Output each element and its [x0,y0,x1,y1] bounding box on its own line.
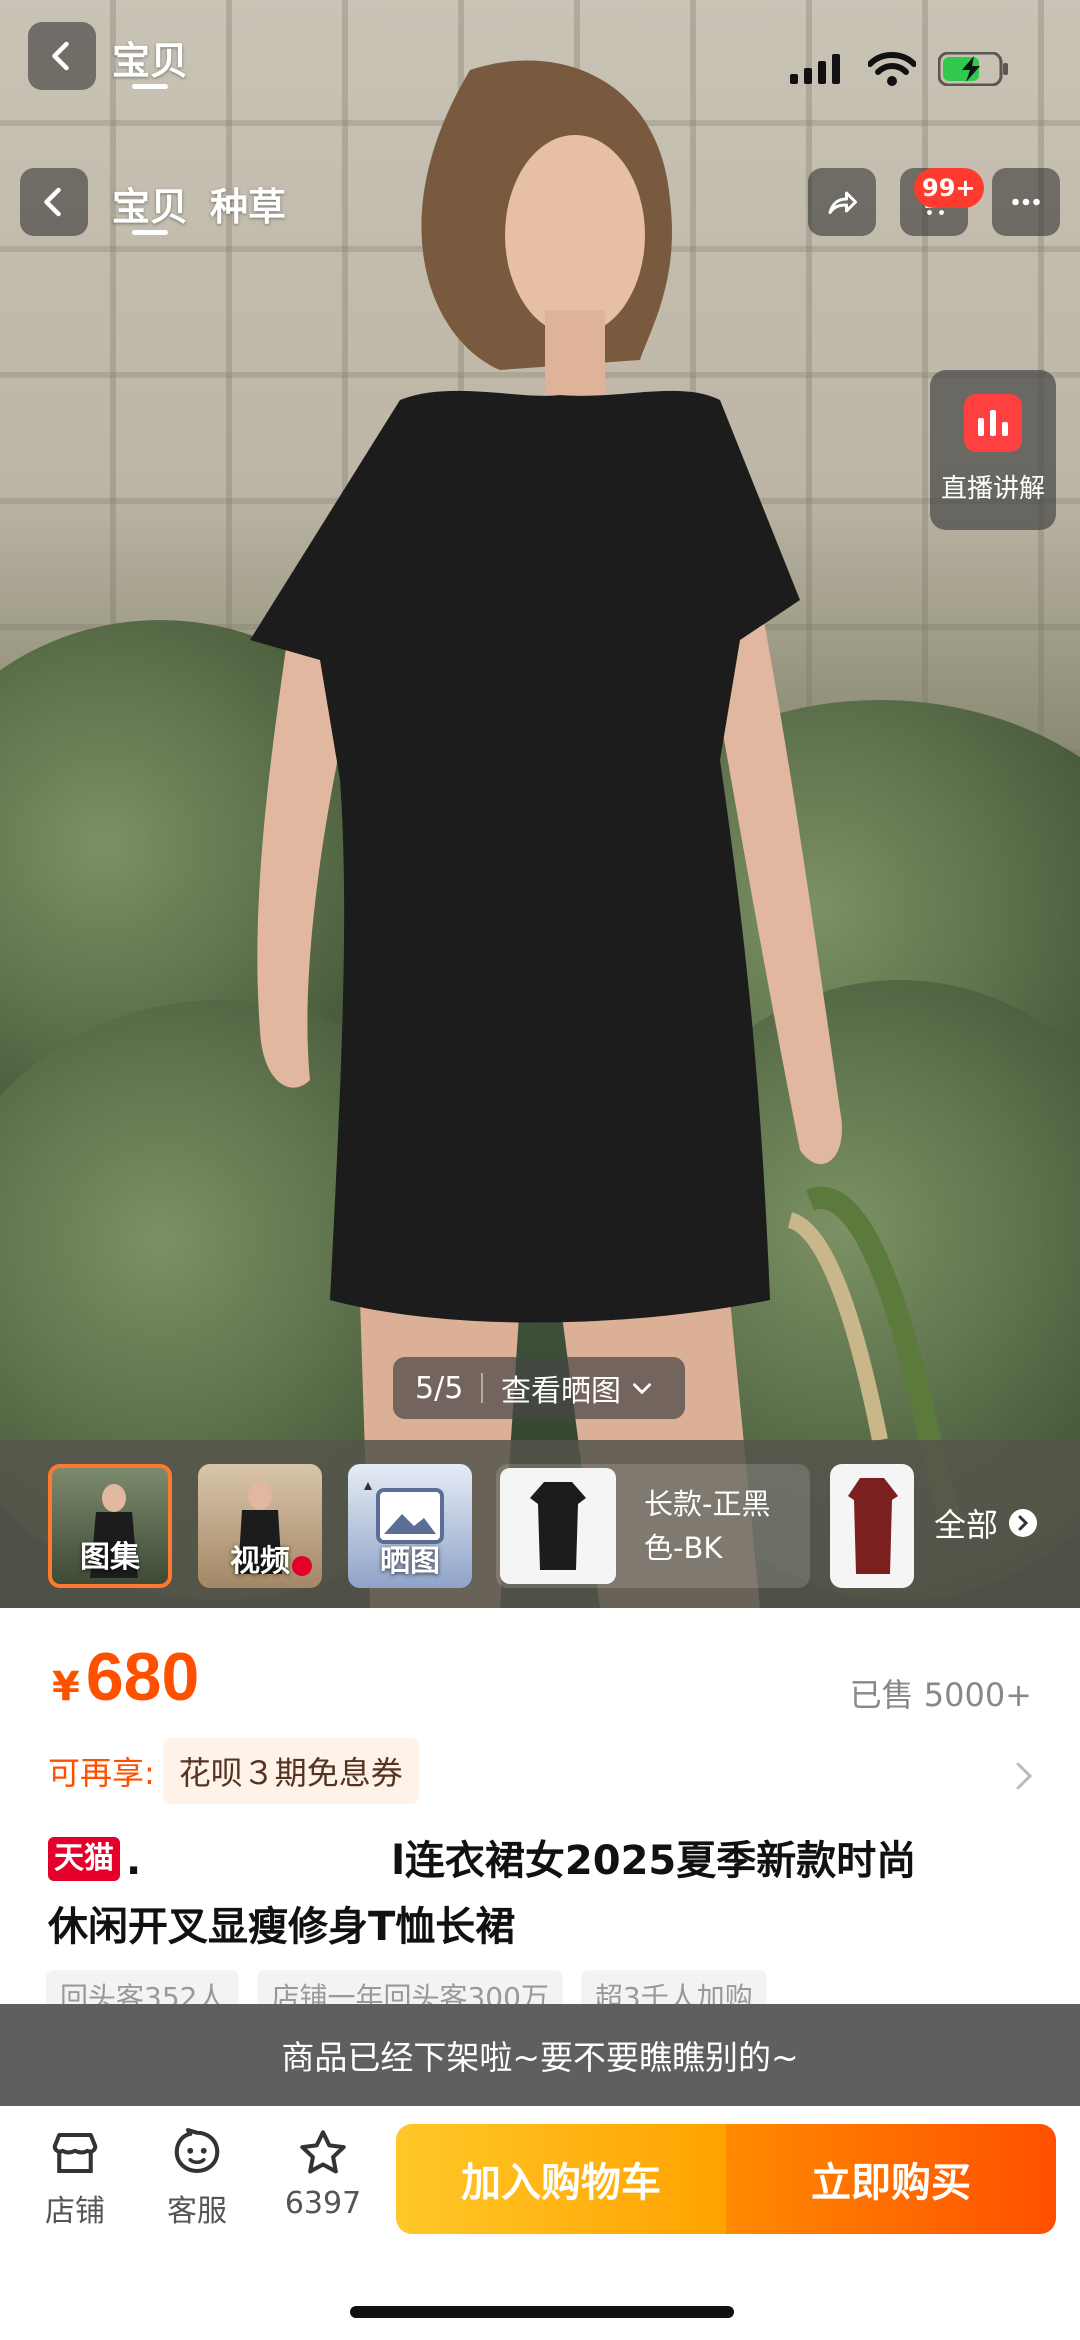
more-button[interactable] [992,168,1060,236]
signal-icon [790,54,840,84]
add-to-cart-button[interactable]: 加入购物车 [396,2124,726,2234]
ghost-tab-underline [132,84,168,89]
variant-selector[interactable]: 长款-正黑色-BK [496,1464,810,1588]
black-dress-thumbnail [530,1482,586,1570]
product-info: ¥ 680 已售 5000+ 可再享: 花呗３期免息券 天猫. l连衣裙女2025… [0,1608,1080,2020]
thumb-video-label: 视频 [230,1544,290,1579]
chevron-left-icon [44,187,61,217]
favorite-button[interactable]: 6397 [268,2126,378,2221]
status-bar: 宝贝 [0,0,1080,120]
thumb-gallery[interactable]: 图集 [48,1464,172,1588]
off-shelf-notice: 商品已经下架啦~要不要瞧瞧别的~ [0,2004,1080,2106]
chevron-left-icon [52,41,69,71]
thumb-video[interactable]: 视频 [198,1464,322,1588]
bottom-action-bar: 店铺 客服 6397 加入购物车 立即购买 [0,2106,1080,2340]
back-button[interactable] [20,168,88,236]
variant-red-dress[interactable] [830,1464,914,1588]
product-title-line-1: 天猫. l连衣裙女2025夏季新款时尚 [48,1828,1038,1894]
more-dots-icon [1012,198,1040,206]
live-bars-icon [964,394,1022,452]
view-reviews-pill[interactable]: 5/5 查看晒图 [393,1357,685,1419]
price: ¥ 680 [52,1638,199,1716]
currency-symbol: ¥ [52,1664,80,1710]
live-explain-label: 直播讲解 [940,474,1045,504]
tab-seeding[interactable]: 种草 [210,176,286,231]
view-all-variants[interactable]: 全部 [934,1500,1038,1546]
sold-count: 已售 5000+ [849,1676,1032,1714]
thumb-reviews-label: 晒图 [380,1544,440,1579]
product-title-line-2: 休闲开叉显瘦修身T恤长裙 [48,1904,516,1950]
image-counter: 5/5 [415,1370,464,1406]
huabei-coupon: 花呗３期免息券 [162,1738,419,1804]
service-face-icon [174,2128,220,2174]
store-label: 店铺 [45,2194,105,2229]
chevron-right-icon[interactable] [1012,1756,1036,1796]
tab-item[interactable]: 宝贝 [112,176,188,231]
battery-charging-icon [938,52,1008,86]
title-fragment: l连衣裙女2025夏季新款时尚 [391,1838,917,1884]
thumb-gallery-label: 图集 [80,1540,140,1575]
divider [481,1373,483,1403]
status-icons [790,52,1010,86]
promo-label: 可再享: [48,1754,155,1792]
tmall-badge: 天猫 [48,1837,120,1881]
price-value: 680 [85,1639,200,1715]
active-tab-underline [132,230,168,235]
chevron-down-icon [633,1383,651,1395]
gallery-thumbnail-strip: 图集 视频 晒图 长款-正黑色-BK 全部 [0,1440,1080,1608]
ghost-tab-label: 宝贝 [112,39,189,83]
store-button[interactable]: 店铺 [20,2126,130,2230]
favorites-count: 6397 [284,2186,362,2221]
buy-now-button[interactable]: 立即购买 [726,2124,1056,2234]
wifi-icon [868,52,916,86]
share-button[interactable] [808,168,876,236]
share-icon [828,191,857,214]
store-icon [52,2132,98,2174]
customer-service-button[interactable]: 客服 [142,2126,252,2230]
service-label: 客服 [167,2194,227,2229]
variant-image [500,1468,616,1584]
home-indicator[interactable] [350,2306,734,2318]
red-dress-thumbnail [848,1478,898,1574]
variant-label: 长款-正黑色-BK [644,1487,771,1565]
live-explain-button[interactable]: 直播讲解 [930,370,1056,530]
back-button[interactable] [28,22,96,90]
promo-row[interactable]: 可再享: 花呗３期免息券 [48,1738,419,1804]
cart-count-badge: 99+ [914,168,984,208]
star-icon [300,2130,346,2174]
chevron-right-circle-icon [1009,1509,1038,1537]
title-fragment: . [126,1838,142,1884]
view-reviews-label: 查看晒图 [501,1374,621,1409]
thumb-reviews[interactable]: 晒图 [348,1464,472,1588]
view-all-label: 全部 [934,1506,999,1544]
